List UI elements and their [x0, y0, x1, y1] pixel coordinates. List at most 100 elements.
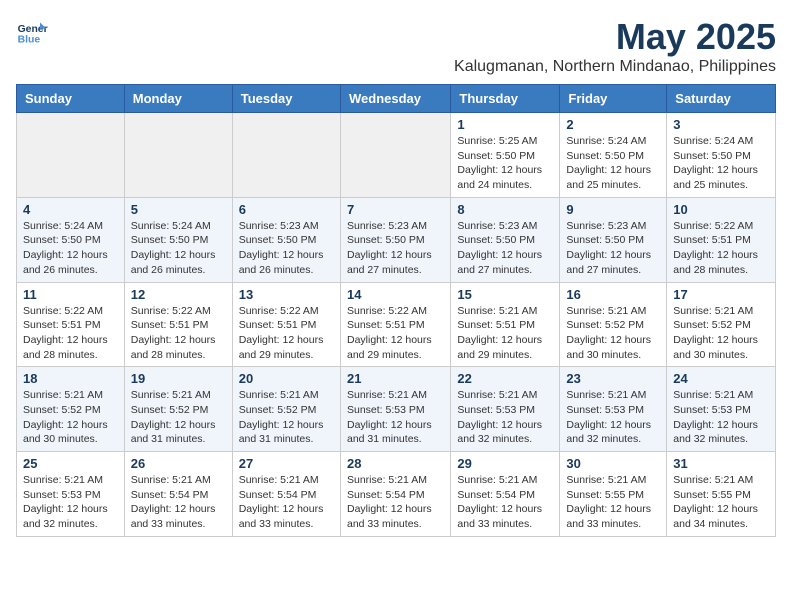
- calendar-cell: 22 Sunrise: 5:21 AM Sunset: 5:53 PM Dayli…: [451, 367, 560, 452]
- day-number: 6: [239, 202, 334, 217]
- day-number: 9: [566, 202, 660, 217]
- calendar-cell: 28 Sunrise: 5:21 AM Sunset: 5:54 PM Dayli…: [340, 452, 450, 537]
- day-number: 14: [347, 287, 444, 302]
- week-row-1: 1 Sunrise: 5:25 AM Sunset: 5:50 PM Daylig…: [17, 113, 776, 198]
- calendar-cell: 12 Sunrise: 5:22 AM Sunset: 5:51 PM Dayli…: [124, 282, 232, 367]
- calendar-cell: 21 Sunrise: 5:21 AM Sunset: 5:53 PM Dayli…: [340, 367, 450, 452]
- day-number: 15: [457, 287, 553, 302]
- day-info: Sunrise: 5:21 AM Sunset: 5:53 PM Dayligh…: [673, 388, 769, 447]
- day-info: Sunrise: 5:24 AM Sunset: 5:50 PM Dayligh…: [131, 219, 226, 278]
- calendar-table: SundayMondayTuesdayWednesdayThursdayFrid…: [16, 84, 776, 537]
- subtitle: Kalugmanan, Northern Mindanao, Philippin…: [454, 58, 776, 76]
- day-info: Sunrise: 5:21 AM Sunset: 5:55 PM Dayligh…: [566, 473, 660, 532]
- calendar-cell: 30Sunrise: 5:21 AM Sunset: 5:55 PM Dayli…: [560, 452, 667, 537]
- day-number: 7: [347, 202, 444, 217]
- day-number: 25: [23, 456, 118, 471]
- weekday-header-wednesday: Wednesday: [340, 85, 450, 113]
- day-number: 29: [457, 456, 553, 471]
- day-number: 27: [239, 456, 334, 471]
- weekday-header-saturday: Saturday: [667, 85, 776, 113]
- day-info: Sunrise: 5:21 AM Sunset: 5:53 PM Dayligh…: [457, 388, 553, 447]
- day-info: Sunrise: 5:25 AM Sunset: 5:50 PM Dayligh…: [457, 134, 553, 193]
- calendar-cell: 17Sunrise: 5:21 AM Sunset: 5:52 PM Dayli…: [667, 282, 776, 367]
- day-info: Sunrise: 5:22 AM Sunset: 5:51 PM Dayligh…: [239, 304, 334, 363]
- calendar-cell: [124, 113, 232, 198]
- day-info: Sunrise: 5:21 AM Sunset: 5:52 PM Dayligh…: [23, 388, 118, 447]
- day-number: 31: [673, 456, 769, 471]
- week-row-2: 4Sunrise: 5:24 AM Sunset: 5:50 PM Daylig…: [17, 197, 776, 282]
- calendar-cell: 2 Sunrise: 5:24 AM Sunset: 5:50 PM Daylig…: [560, 113, 667, 198]
- calendar-cell: 1 Sunrise: 5:25 AM Sunset: 5:50 PM Daylig…: [451, 113, 560, 198]
- calendar-cell: 29 Sunrise: 5:21 AM Sunset: 5:54 PM Dayli…: [451, 452, 560, 537]
- day-info: Sunrise: 5:21 AM Sunset: 5:52 PM Dayligh…: [673, 304, 769, 363]
- day-info: Sunrise: 5:24 AM Sunset: 5:50 PM Dayligh…: [23, 219, 118, 278]
- day-number: 13: [239, 287, 334, 302]
- calendar-cell: 23 Sunrise: 5:21 AM Sunset: 5:53 PM Dayli…: [560, 367, 667, 452]
- day-number: 19: [131, 371, 226, 386]
- week-row-5: 25 Sunrise: 5:21 AM Sunset: 5:53 PM Dayli…: [17, 452, 776, 537]
- calendar-cell: 7 Sunrise: 5:23 AM Sunset: 5:50 PM Daylig…: [340, 197, 450, 282]
- calendar-cell: 4Sunrise: 5:24 AM Sunset: 5:50 PM Daylig…: [17, 197, 125, 282]
- day-info: Sunrise: 5:21 AM Sunset: 5:54 PM Dayligh…: [347, 473, 444, 532]
- calendar-cell: 18 Sunrise: 5:21 AM Sunset: 5:52 PM Dayli…: [17, 367, 125, 452]
- calendar-cell: 16 Sunrise: 5:21 AM Sunset: 5:52 PM Dayli…: [560, 282, 667, 367]
- week-row-3: 11Sunrise: 5:22 AM Sunset: 5:51 PM Dayli…: [17, 282, 776, 367]
- day-info: Sunrise: 5:21 AM Sunset: 5:53 PM Dayligh…: [347, 388, 444, 447]
- calendar-cell: 8Sunrise: 5:23 AM Sunset: 5:50 PM Daylig…: [451, 197, 560, 282]
- calendar-cell: [340, 113, 450, 198]
- day-number: 18: [23, 371, 118, 386]
- day-number: 20: [239, 371, 334, 386]
- weekday-header-row: SundayMondayTuesdayWednesdayThursdayFrid…: [17, 85, 776, 113]
- calendar-cell: 13 Sunrise: 5:22 AM Sunset: 5:51 PM Dayli…: [232, 282, 340, 367]
- day-number: 23: [566, 371, 660, 386]
- day-number: 8: [457, 202, 553, 217]
- day-number: 2: [566, 117, 660, 132]
- calendar-cell: [232, 113, 340, 198]
- weekday-header-tuesday: Tuesday: [232, 85, 340, 113]
- day-info: Sunrise: 5:23 AM Sunset: 5:50 PM Dayligh…: [239, 219, 334, 278]
- day-info: Sunrise: 5:21 AM Sunset: 5:51 PM Dayligh…: [457, 304, 553, 363]
- day-number: 26: [131, 456, 226, 471]
- day-number: 5: [131, 202, 226, 217]
- weekday-header-thursday: Thursday: [451, 85, 560, 113]
- week-row-4: 18 Sunrise: 5:21 AM Sunset: 5:52 PM Dayli…: [17, 367, 776, 452]
- day-info: Sunrise: 5:21 AM Sunset: 5:55 PM Dayligh…: [673, 473, 769, 532]
- logo-icon: General Blue: [16, 16, 48, 48]
- day-info: Sunrise: 5:24 AM Sunset: 5:50 PM Dayligh…: [566, 134, 660, 193]
- day-info: Sunrise: 5:21 AM Sunset: 5:52 PM Dayligh…: [566, 304, 660, 363]
- day-number: 1: [457, 117, 553, 132]
- day-number: 16: [566, 287, 660, 302]
- day-number: 28: [347, 456, 444, 471]
- calendar-cell: 5 Sunrise: 5:24 AM Sunset: 5:50 PM Daylig…: [124, 197, 232, 282]
- day-info: Sunrise: 5:21 AM Sunset: 5:52 PM Dayligh…: [131, 388, 226, 447]
- day-info: Sunrise: 5:23 AM Sunset: 5:50 PM Dayligh…: [347, 219, 444, 278]
- day-info: Sunrise: 5:21 AM Sunset: 5:54 PM Dayligh…: [131, 473, 226, 532]
- day-info: Sunrise: 5:21 AM Sunset: 5:53 PM Dayligh…: [566, 388, 660, 447]
- svg-text:Blue: Blue: [18, 34, 41, 45]
- calendar-cell: 27 Sunrise: 5:21 AM Sunset: 5:54 PM Dayli…: [232, 452, 340, 537]
- day-info: Sunrise: 5:22 AM Sunset: 5:51 PM Dayligh…: [347, 304, 444, 363]
- day-info: Sunrise: 5:21 AM Sunset: 5:54 PM Dayligh…: [239, 473, 334, 532]
- day-info: Sunrise: 5:23 AM Sunset: 5:50 PM Dayligh…: [566, 219, 660, 278]
- title-block: May 2025 Kalugmanan, Northern Mindanao, …: [454, 16, 776, 76]
- day-info: Sunrise: 5:21 AM Sunset: 5:52 PM Dayligh…: [239, 388, 334, 447]
- calendar-cell: 11Sunrise: 5:22 AM Sunset: 5:51 PM Dayli…: [17, 282, 125, 367]
- calendar-cell: 14 Sunrise: 5:22 AM Sunset: 5:51 PM Dayli…: [340, 282, 450, 367]
- svg-text:General: General: [18, 24, 48, 35]
- day-info: Sunrise: 5:24 AM Sunset: 5:50 PM Dayligh…: [673, 134, 769, 193]
- day-info: Sunrise: 5:22 AM Sunset: 5:51 PM Dayligh…: [23, 304, 118, 363]
- day-info: Sunrise: 5:21 AM Sunset: 5:53 PM Dayligh…: [23, 473, 118, 532]
- calendar-cell: 9 Sunrise: 5:23 AM Sunset: 5:50 PM Daylig…: [560, 197, 667, 282]
- calendar-cell: 6 Sunrise: 5:23 AM Sunset: 5:50 PM Daylig…: [232, 197, 340, 282]
- calendar-cell: 31 Sunrise: 5:21 AM Sunset: 5:55 PM Dayli…: [667, 452, 776, 537]
- calendar-cell: [17, 113, 125, 198]
- calendar-cell: 15 Sunrise: 5:21 AM Sunset: 5:51 PM Dayli…: [451, 282, 560, 367]
- calendar-cell: 26 Sunrise: 5:21 AM Sunset: 5:54 PM Dayli…: [124, 452, 232, 537]
- day-number: 12: [131, 287, 226, 302]
- day-number: 22: [457, 371, 553, 386]
- day-info: Sunrise: 5:22 AM Sunset: 5:51 PM Dayligh…: [131, 304, 226, 363]
- calendar-cell: 24Sunrise: 5:21 AM Sunset: 5:53 PM Dayli…: [667, 367, 776, 452]
- day-info: Sunrise: 5:21 AM Sunset: 5:54 PM Dayligh…: [457, 473, 553, 532]
- day-number: 21: [347, 371, 444, 386]
- day-number: 3: [673, 117, 769, 132]
